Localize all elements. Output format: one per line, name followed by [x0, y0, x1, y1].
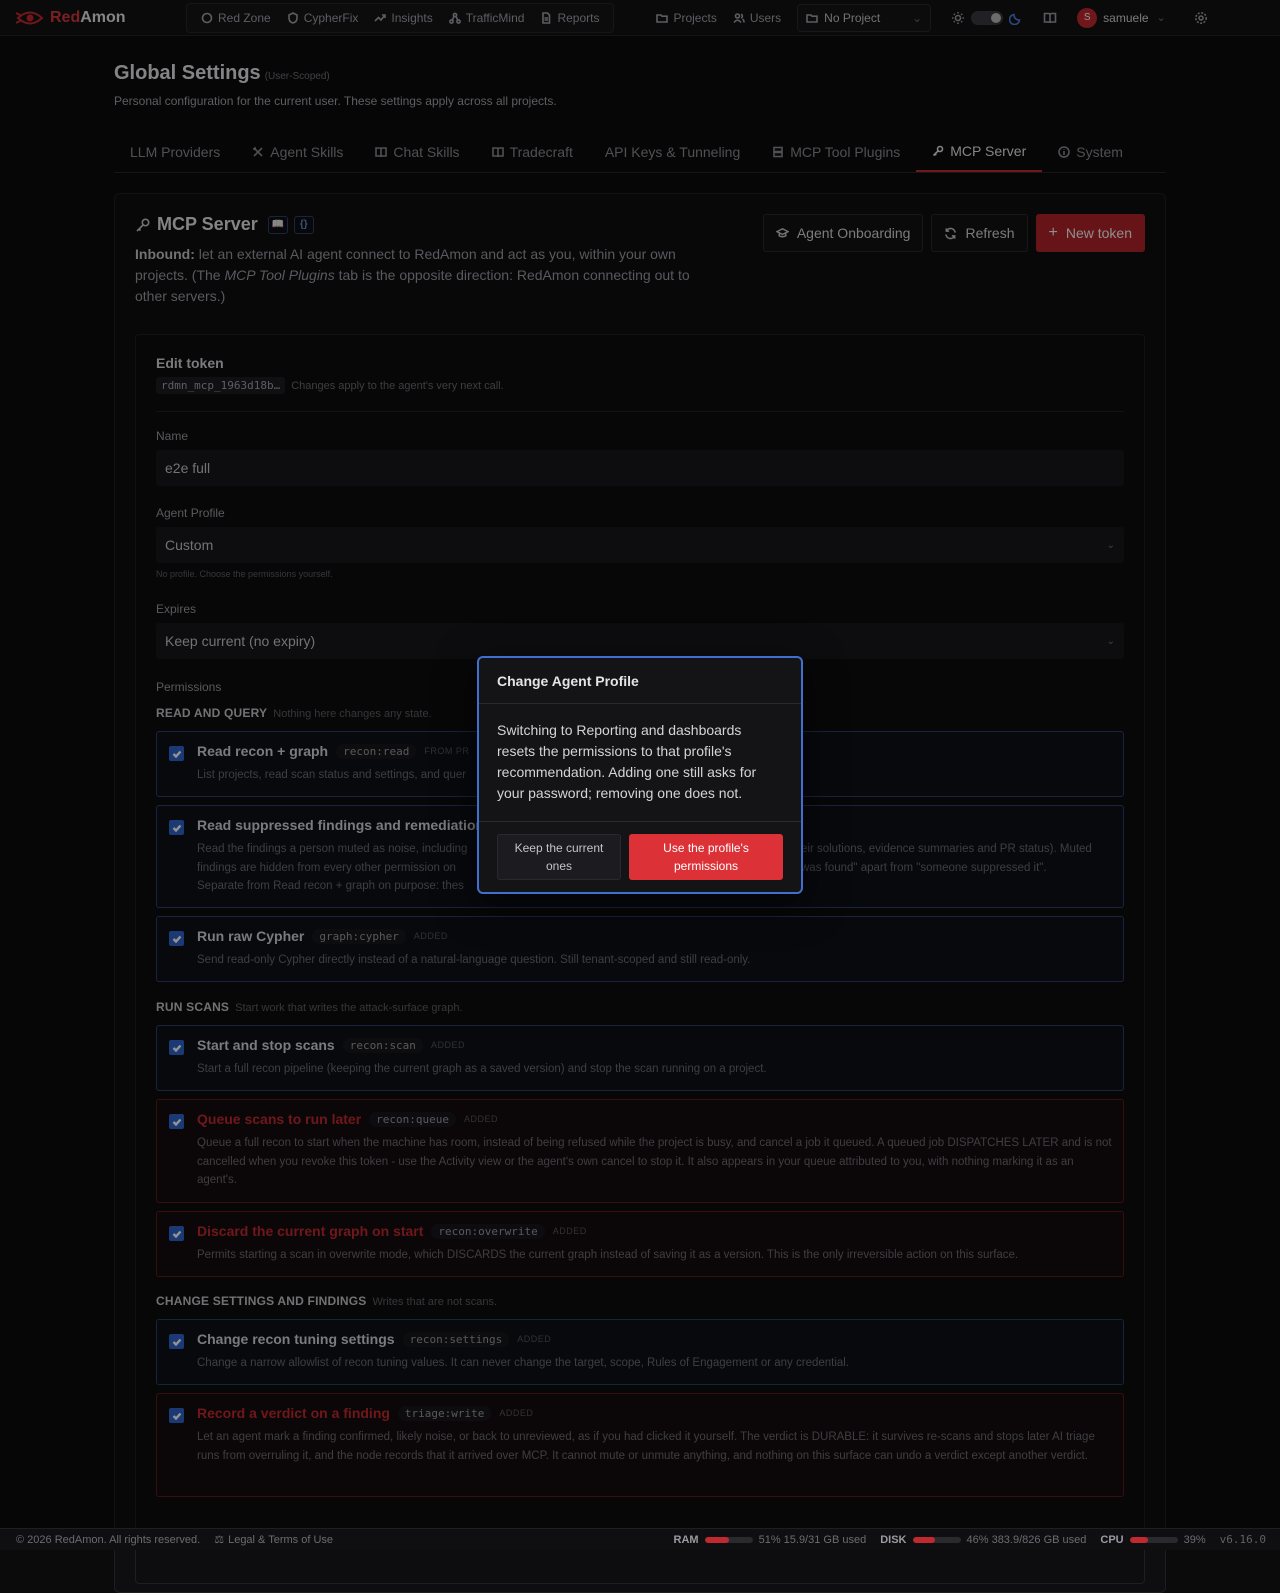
- cpu-bar: [1129, 1536, 1178, 1543]
- disk-bar: [912, 1536, 961, 1543]
- cpu-usage: CPU 39%: [1100, 1533, 1206, 1546]
- ram-usage: RAM 51% 15.9/31 GB used: [673, 1533, 867, 1546]
- copyright: © 2026 RedAmon. All rights reserved.: [16, 1533, 201, 1546]
- status-footer: © 2026 RedAmon. All rights reserved. ⚖ Le…: [0, 1528, 1280, 1550]
- keep-current-button[interactable]: Keep the current ones: [497, 834, 621, 880]
- scale-icon: ⚖: [214, 1534, 225, 1546]
- change-agent-profile-dialog: Change Agent Profile Switching to Report…: [477, 656, 803, 894]
- dialog-title: Change Agent Profile: [479, 658, 801, 704]
- disk-usage: DISK 46% 383.9/826 GB used: [880, 1533, 1087, 1546]
- version-label: v6.16.0: [1219, 1533, 1266, 1546]
- dialog-actions: Keep the current ones Use the profile's …: [479, 822, 801, 892]
- ram-bar: [704, 1536, 753, 1543]
- legal-link[interactable]: ⚖ Legal & Terms of Use: [214, 1533, 333, 1547]
- dialog-body: Switching to Reporting and dashboards re…: [479, 704, 801, 822]
- use-profile-permissions-button[interactable]: Use the profile's permissions: [629, 834, 783, 880]
